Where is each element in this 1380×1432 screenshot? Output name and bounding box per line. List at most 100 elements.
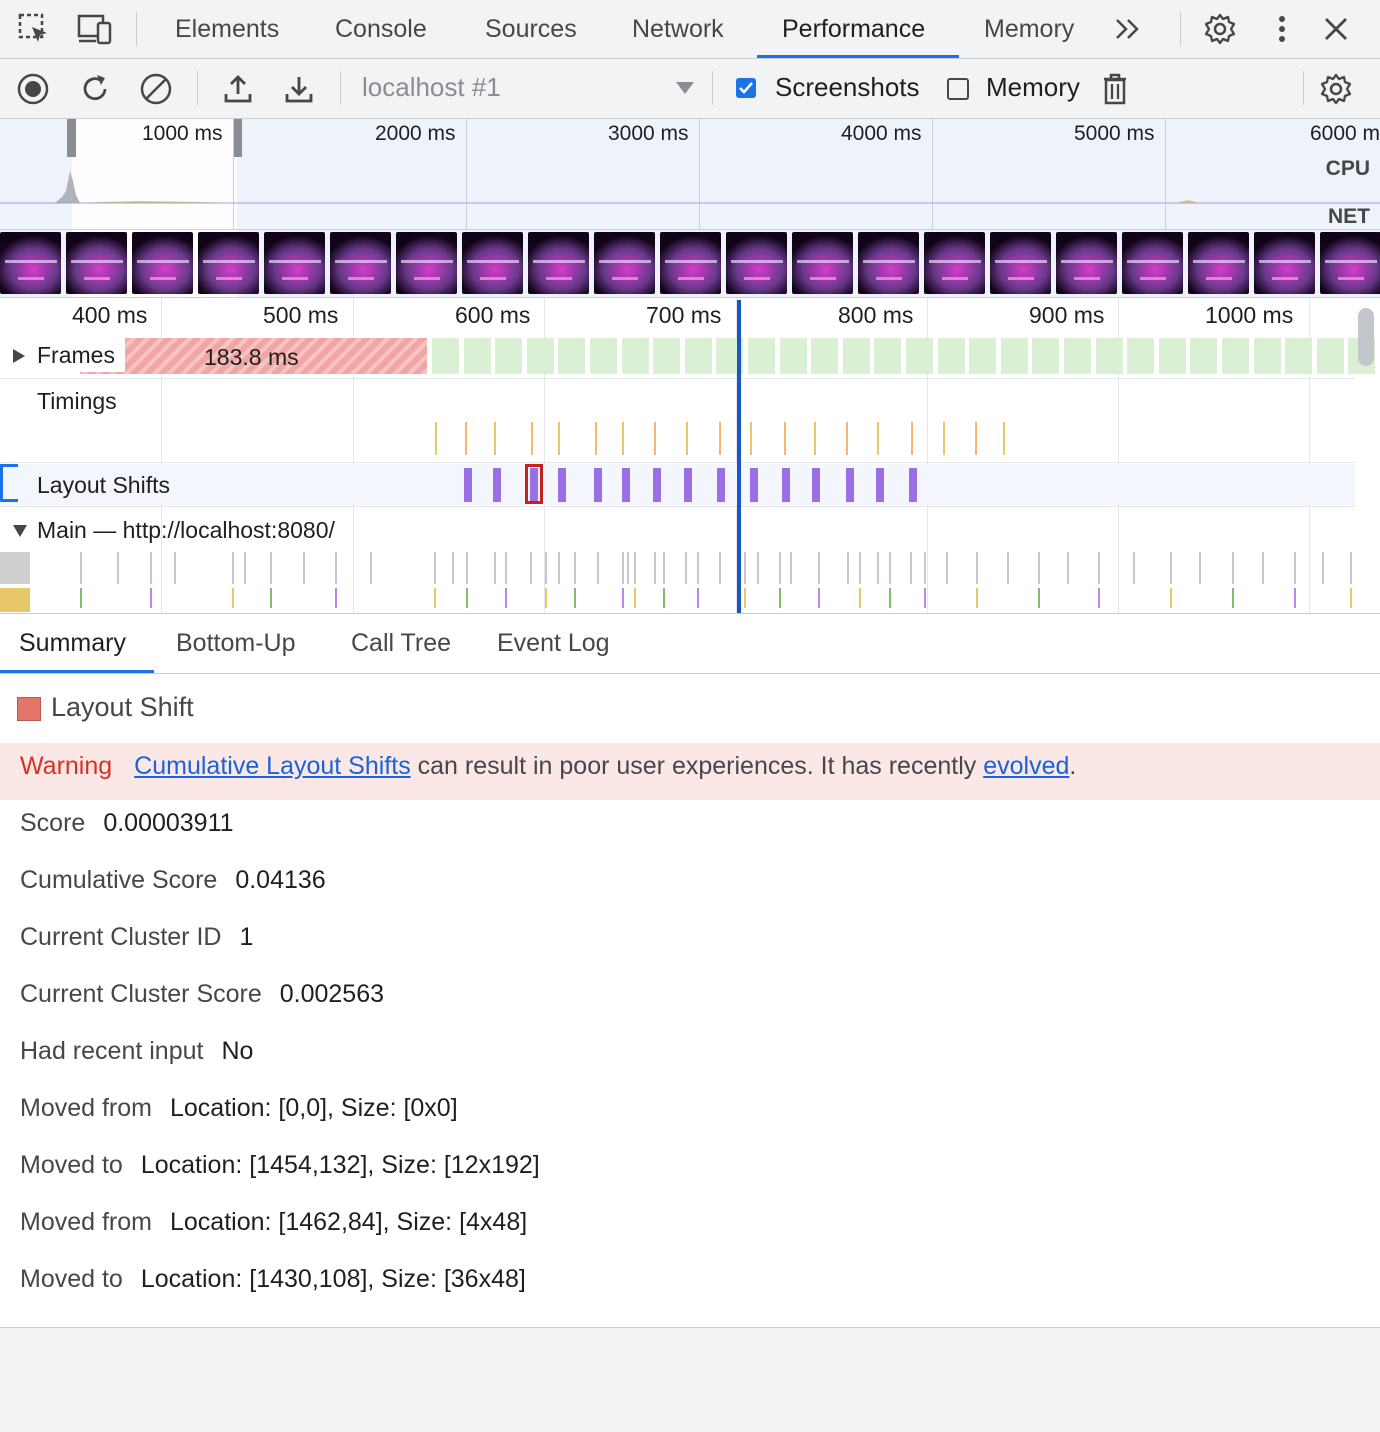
settings-gear-icon[interactable] [1200,10,1240,48]
tab-memory[interactable]: Memory [984,0,1074,58]
tab-console[interactable]: Console [335,0,427,58]
frame-bar [938,338,965,374]
main-task-marker [946,552,948,584]
frame-bar [1159,338,1186,374]
close-icon[interactable] [1316,10,1356,48]
detail-row: Cumulative Score 0.04136 [20,866,326,895]
layout-shift-marker [812,468,820,502]
detail-row: Had recent input No [20,1037,253,1066]
frame-bar [685,338,712,374]
main-task-marker [818,552,820,584]
overview-label: 2000 ms [375,122,456,145]
ruler-label: 600 ms [455,302,531,328]
frame-bar [622,338,649,374]
layout-shift-marker [876,468,884,502]
screenshot-thumbnail [858,232,919,294]
frame-bar [527,338,554,374]
screenshots-checkbox[interactable] [736,78,756,98]
detail-label: Had recent input [20,1037,204,1065]
timeline-overview[interactable]: 1000 ms 2000 ms 3000 ms 4000 ms 5000 ms … [0,119,1380,297]
collapse-triangle-icon[interactable] [12,524,28,538]
screenshot-thumbnail [264,232,325,294]
main-task-marker [1294,552,1296,584]
timing-marker [654,422,656,455]
frame-bar [1190,338,1217,374]
warning-label: Warning [20,752,113,780]
main-subtask-marker [1098,588,1100,608]
screenshot-thumbnail [462,232,523,294]
memory-label[interactable]: Memory [986,72,1080,103]
clear-icon[interactable] [136,69,176,109]
main-task-marker [910,552,912,584]
main-task-marker [976,552,978,584]
tab-performance[interactable]: Performance [782,0,925,58]
selected-layout-shift[interactable] [525,464,543,504]
detail-value: Location: [1454,132], Size: [12x192] [140,1151,540,1179]
timings-track-label[interactable]: Timings [37,388,117,415]
upload-icon[interactable] [218,69,258,109]
main-subtask-marker [924,588,926,608]
frame-bar [780,338,807,374]
tab-bottom-up[interactable]: Bottom-Up [176,614,295,672]
more-options-icon[interactable] [1262,10,1302,48]
main-subtask-marker [545,588,547,608]
selection-right-handle[interactable] [233,119,242,157]
target-select[interactable]: localhost #1 [362,72,501,103]
timing-marker [784,422,786,455]
trash-icon[interactable] [1095,69,1135,109]
screenshot-thumbnail [1122,232,1183,294]
main-task-block[interactable] [0,552,30,584]
tab-call-tree[interactable]: Call Tree [351,614,451,672]
timing-marker [877,422,879,455]
main-script-block[interactable] [0,588,30,612]
main-subtask-marker [779,588,781,608]
detail-row: Score 0.00003911 [20,809,234,838]
chevron-down-icon[interactable] [675,81,695,100]
tab-network[interactable]: Network [632,0,724,58]
ruler-label: 800 ms [838,302,914,328]
frame-bar [495,338,522,374]
download-icon[interactable] [279,69,319,109]
tab-summary[interactable]: Summary [19,614,126,672]
evolved-link[interactable]: evolved [983,752,1069,780]
main-subtask-marker [434,588,436,608]
capture-settings-gear-icon[interactable] [1316,69,1356,109]
screenshot-thumbnail [396,232,457,294]
screenshots-label[interactable]: Screenshots [775,72,920,103]
detail-label: Moved to [20,1265,123,1293]
tab-event-log[interactable]: Event Log [497,614,610,672]
cls-docs-link[interactable]: Cumulative Layout Shifts [134,752,411,780]
reload-record-icon[interactable] [75,69,115,109]
screenshot-thumbnail [660,232,721,294]
expand-triangle-icon[interactable] [12,348,26,364]
layout-shift-marker [717,468,725,502]
tab-elements[interactable]: Elements [175,0,279,58]
detail-value: Location: [1430,108], Size: [36x48] [140,1265,526,1293]
vertical-scrollbar[interactable] [1358,308,1374,366]
flame-chart[interactable]: 400 ms 500 ms 600 ms 700 ms 800 ms 900 m… [0,297,1380,614]
frame-bar [1001,338,1028,374]
inspect-element-icon[interactable] [14,10,54,48]
detail-label: Current Cluster Score [20,980,262,1008]
memory-checkbox[interactable] [947,78,969,100]
tab-sources[interactable]: Sources [485,0,577,58]
main-subtask-marker [1350,588,1352,608]
main-task-marker [1038,552,1040,584]
device-toolbar-icon[interactable] [75,10,115,48]
more-tabs-chevron-icon[interactable] [1108,10,1148,48]
main-thread-label[interactable]: Main — http://localhost:8080/ [37,517,335,544]
selection-left-handle[interactable] [67,119,76,157]
main-subtask-marker [622,588,624,608]
main-task-marker [663,552,665,584]
record-icon[interactable] [13,69,53,109]
main-subtask-marker [80,588,82,608]
main-task-marker [1170,552,1172,584]
layout-shifts-track[interactable] [0,464,1355,505]
ruler-label: 1000 ms [1205,302,1294,328]
layout-shift-marker [493,468,501,502]
main-task-marker [434,552,436,584]
main-task-marker [117,552,119,584]
frames-header[interactable]: Frames [0,338,125,372]
main-subtask-marker [505,588,507,608]
main-subtask-marker [634,588,636,608]
